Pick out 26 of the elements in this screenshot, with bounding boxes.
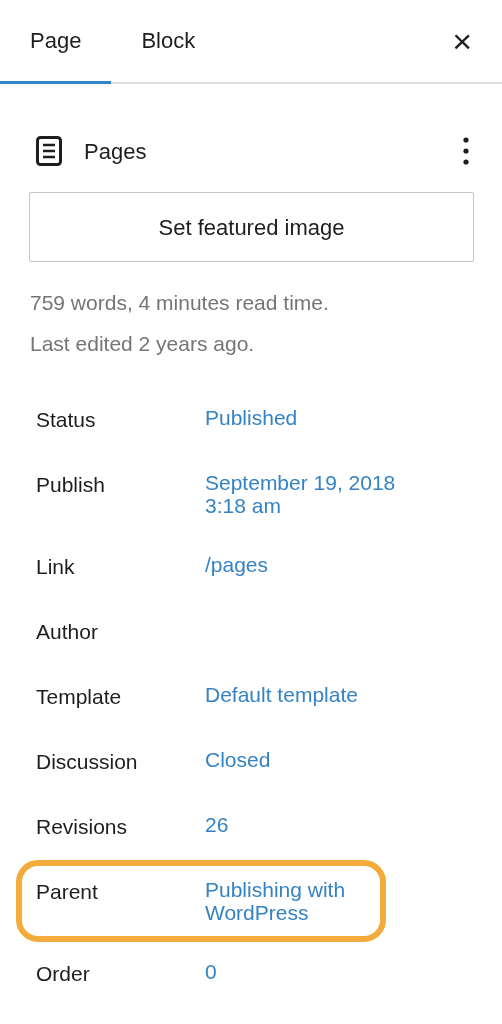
field-label: Discussion xyxy=(36,749,139,773)
field-label: Link xyxy=(36,554,76,578)
document-icon xyxy=(36,136,62,166)
field-label: Parent xyxy=(36,879,99,903)
field-label: Author xyxy=(36,619,99,643)
field-value-link[interactable]: Published xyxy=(205,406,415,429)
field-value-link[interactable]: September 19, 2018 3:18 am xyxy=(205,471,415,517)
tab[interactable]: Block xyxy=(111,0,226,84)
tab[interactable]: Page xyxy=(0,0,112,84)
field-value-link[interactable]: 0 xyxy=(205,960,415,983)
field-value-link[interactable]: Default template xyxy=(205,683,415,706)
more-options-icon[interactable] xyxy=(460,136,472,166)
field-value-link[interactable]: 26 xyxy=(205,813,415,836)
field-label: Order xyxy=(36,961,91,985)
field-label: Publish xyxy=(36,472,106,496)
panel-title: Pages xyxy=(84,137,147,166)
set-featured-image-button[interactable]: Set featured image xyxy=(29,192,474,262)
field-label: Template xyxy=(36,684,123,708)
field-label: Revisions xyxy=(36,814,129,838)
post-info-text: 759 words, 4 minutes read time. xyxy=(30,290,330,316)
close-button[interactable]: × xyxy=(422,0,502,82)
post-info-text: Last edited 2 years ago. xyxy=(30,331,256,357)
field-value-link[interactable]: Publishing with WordPress xyxy=(205,878,366,924)
field-value-link[interactable]: /pages xyxy=(205,553,415,576)
field-label: Status xyxy=(36,407,97,431)
field-value-link[interactable]: Closed xyxy=(205,748,415,771)
